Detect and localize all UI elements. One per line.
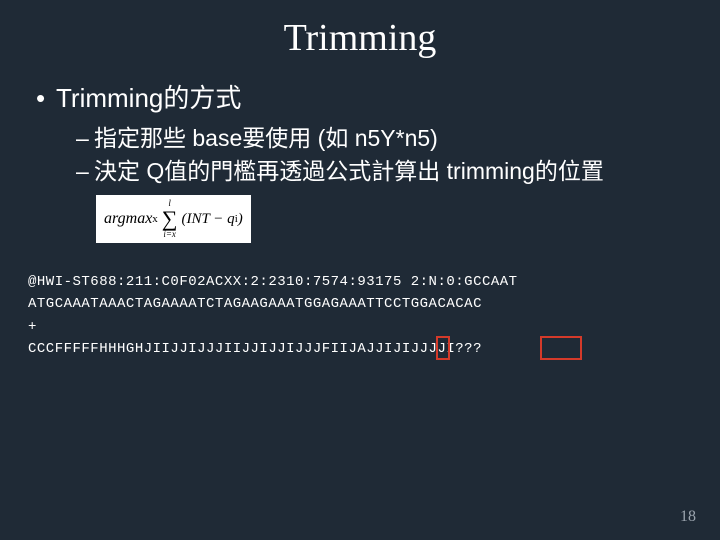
formula-close: ) bbox=[238, 211, 243, 228]
highlight-box-2 bbox=[540, 336, 582, 360]
bullet-dot: • bbox=[36, 83, 56, 114]
sigma-bottom: i=x bbox=[163, 230, 176, 239]
fastq-quality-line: CCCFFFFFHHHGHJIIJJIJJJIIJJIJJIJJJFIIJAJJ… bbox=[28, 338, 482, 360]
bullet-2b-text: 決定 Q值的門檻再透過公式計算出 trimming的位置 bbox=[94, 158, 604, 184]
formula-sub-x: x bbox=[152, 213, 158, 225]
page-number: 18 bbox=[680, 508, 696, 526]
bullet-dash: – bbox=[76, 123, 94, 154]
formula-argmax: argmax bbox=[104, 210, 152, 228]
bullet-level-2: –指定那些 base要使用 (如 n5Y*n5) bbox=[36, 123, 684, 154]
bullet-level-1: •Trimming的方式 bbox=[36, 78, 684, 115]
formula-body: (INT − q bbox=[181, 211, 234, 228]
fastq-line-3: + bbox=[28, 319, 37, 335]
content-area: •Trimming的方式 –指定那些 base要使用 (如 n5Y*n5) –決… bbox=[0, 60, 720, 243]
bullet-dash: – bbox=[76, 156, 94, 187]
sigma-icon: l ∑ i=x bbox=[162, 199, 178, 239]
slide-title: Trimming bbox=[0, 0, 720, 60]
fastq-line-1: @HWI-ST688:211:C0F02ACXX:2:2310:7574:931… bbox=[28, 274, 518, 290]
fastq-line-4: CCCFFFFFHHHGHJIIJJIJJJIIJJIJJIJJJFIIJAJJ… bbox=[28, 341, 482, 357]
fastq-line-2: ATGCAAATAAACTAGAAAATCTAGAAGAAATGGAGAAATT… bbox=[28, 296, 482, 312]
bullet-2a-text: 指定那些 base要使用 (如 n5Y*n5) bbox=[94, 125, 438, 151]
bullet-1-text: Trimming的方式 bbox=[56, 83, 241, 113]
formula-image: argmaxx l ∑ i=x (INT − qi) bbox=[96, 195, 251, 243]
bullet-level-2: –決定 Q值的門檻再透過公式計算出 trimming的位置 bbox=[36, 156, 684, 187]
fastq-block: @HWI-ST688:211:C0F02ACXX:2:2310:7574:931… bbox=[0, 243, 720, 361]
sigma-symbol: ∑ bbox=[162, 208, 178, 230]
